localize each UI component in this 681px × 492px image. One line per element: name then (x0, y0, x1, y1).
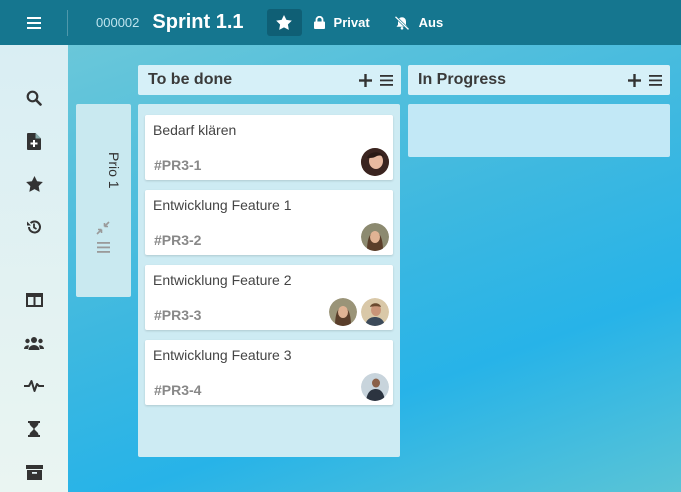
card-id: #PR3-1 (154, 157, 202, 173)
team-icon[interactable] (24, 333, 44, 353)
history-icon[interactable] (24, 217, 44, 237)
sidebar (0, 45, 68, 492)
swimlane-prio-1[interactable]: Prio 1 (76, 104, 131, 297)
avatar[interactable] (329, 298, 357, 326)
column-body-to-be-done: Bedarf klären #PR3-1 Entwicklung Feature… (138, 104, 400, 457)
visibility-label: Privat (333, 15, 370, 30)
archive-icon[interactable] (24, 462, 44, 482)
new-document-icon[interactable] (24, 131, 44, 151)
column-header-in-progress[interactable]: In Progress (408, 65, 670, 95)
bell-off-icon (394, 15, 410, 30)
notifications-label: Aus (418, 15, 444, 30)
card-title: Entwicklung Feature 2 (153, 272, 292, 288)
columns-icon[interactable] (24, 290, 44, 310)
plus-icon[interactable] (628, 73, 641, 87)
avatar[interactable] (361, 148, 389, 176)
board-title[interactable]: Sprint 1.1 (152, 11, 243, 34)
card[interactable]: Entwicklung Feature 2 #PR3-3 (145, 265, 393, 330)
card-title: Entwicklung Feature 3 (153, 347, 292, 363)
notifications-toggle[interactable]: Aus (394, 15, 444, 30)
compress-icon[interactable] (96, 221, 110, 240)
visibility-toggle[interactable]: Privat (313, 15, 370, 30)
avatar[interactable] (361, 298, 389, 326)
star-button[interactable] (266, 9, 302, 36)
plus-icon[interactable] (359, 73, 372, 87)
column-title: In Progress (418, 71, 507, 88)
column-menu-icon[interactable] (380, 74, 393, 86)
swimlane-menu-icon[interactable] (97, 240, 110, 258)
top-bar: 000002 Sprint 1.1 Privat Aus (0, 0, 681, 45)
card-id: #PR3-4 (154, 382, 202, 398)
card-id: #PR3-2 (154, 232, 202, 248)
avatar[interactable] (361, 223, 389, 251)
column-body-in-progress[interactable] (408, 104, 670, 157)
column-menu-icon[interactable] (649, 74, 662, 86)
card-id: #PR3-3 (154, 307, 202, 323)
column-header-to-be-done[interactable]: To be done (138, 65, 401, 95)
board-id: 000002 (96, 15, 140, 30)
lock-icon (313, 16, 325, 29)
card-title: Bedarf klären (153, 122, 237, 138)
column-title: To be done (148, 71, 233, 88)
hourglass-icon[interactable] (24, 419, 44, 439)
swimlane-title: Prio 1 (106, 152, 122, 189)
card-title: Entwicklung Feature 1 (153, 197, 292, 213)
avatar[interactable] (361, 373, 389, 401)
activity-icon[interactable] (24, 376, 44, 396)
hamburger-icon[interactable] (0, 9, 68, 36)
search-icon[interactable] (24, 88, 44, 108)
star-icon (276, 15, 292, 30)
favorites-star-icon[interactable] (24, 174, 44, 194)
card[interactable]: Entwicklung Feature 1 #PR3-2 (145, 190, 393, 255)
card[interactable]: Bedarf klären #PR3-1 (145, 115, 393, 180)
card[interactable]: Entwicklung Feature 3 #PR3-4 (145, 340, 393, 405)
board-area: Prio 1 To be done Bedarf klären #PR3-1 E… (68, 45, 681, 492)
